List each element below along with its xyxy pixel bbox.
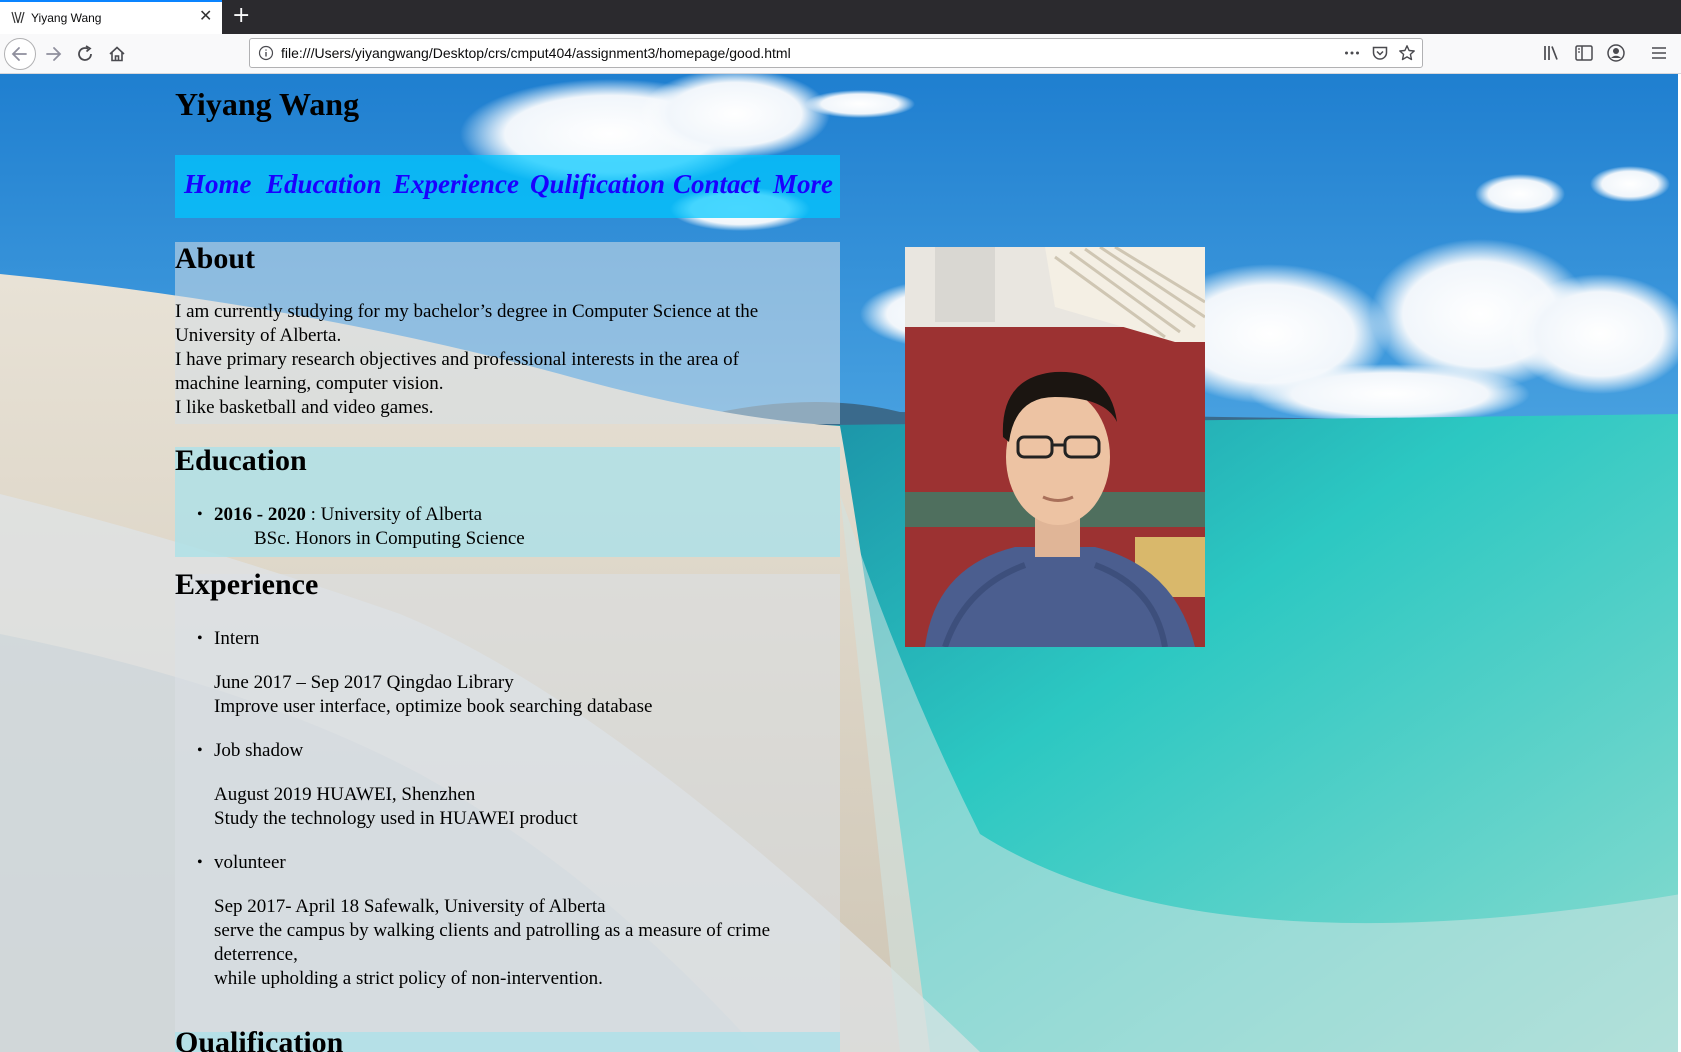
education-section: Education • 2016 - 2020 : University of … (175, 444, 840, 557)
forward-button[interactable] (40, 40, 68, 68)
pocket-icon[interactable] (1371, 44, 1389, 62)
tab-title: Yiyang Wang (31, 11, 102, 25)
education-heading: Education (175, 444, 307, 477)
forward-arrow-icon (46, 47, 62, 61)
new-tab-icon[interactable]: + (232, 4, 250, 28)
nav-link-more[interactable]: More (773, 169, 833, 200)
nav-link-education[interactable]: Education (266, 169, 382, 200)
url-bar[interactable]: file:///Users/yiyangwang/Desktop/crs/cmp… (249, 38, 1423, 68)
site-title: Yiyang Wang (175, 86, 360, 122)
account-icon[interactable] (1605, 42, 1627, 64)
experience-detail: June 2017 – Sep 2017 Qingdao Library (214, 672, 514, 693)
page-viewport[interactable]: Yiyang Wang Home Education Experience Qu… (0, 74, 1681, 1052)
experience-detail: deterrence, (214, 944, 298, 965)
experience-detail: while upholding a strict policy of non-i… (214, 968, 603, 989)
education-degree: BSc. Honors in Computing Science (254, 528, 525, 549)
reload-button[interactable] (71, 40, 99, 68)
nav-menu: Home Education Experience Qulification C… (175, 155, 840, 218)
home-icon (109, 46, 125, 62)
experience-title: volunteer (214, 852, 286, 873)
experience-detail: Study the technology used in HUAWEI prod… (214, 808, 578, 829)
more-actions-icon[interactable] (1343, 44, 1361, 62)
sidebar-icon[interactable] (1573, 42, 1595, 64)
about-line: machine learning, computer vision. (175, 373, 444, 394)
qualification-section: Qualification (175, 1026, 840, 1052)
about-line: I am currently studying for my bachelor’… (175, 301, 759, 322)
experience-detail: serve the campus by walking clients and … (214, 920, 771, 941)
url-text[interactable]: file:///Users/yiyangwang/Desktop/crs/cmp… (281, 45, 791, 61)
info-icon[interactable] (258, 45, 274, 61)
experience-title: Intern (214, 628, 260, 649)
about-section: About I am currently studying for my bac… (175, 242, 840, 424)
about-line: I have primary research objectives and p… (175, 349, 739, 370)
experience-heading: Experience (175, 568, 319, 601)
nav-link-contact[interactable]: Contact (673, 169, 760, 200)
close-tab-icon[interactable]: ✕ (199, 9, 212, 25)
list-bullet: • (197, 506, 203, 523)
navigation-toolbar: file:///Users/yiyangwang/Desktop/crs/cmp… (0, 34, 1681, 74)
nav-link-experience[interactable]: Experience (393, 169, 519, 200)
qualification-heading: Qualification (175, 1026, 344, 1052)
about-line: University of Alberta. (175, 325, 342, 346)
experience-detail: Improve user interface, optimize book se… (214, 696, 653, 717)
list-bullet: • (197, 854, 203, 871)
experience-title: Job shadow (214, 740, 304, 761)
list-bullet: • (197, 630, 203, 647)
experience-section: Experience • Intern June 2017 – Sep 2017… (175, 568, 840, 1052)
experience-detail: Sep 2017- April 18 Safewalk, University … (214, 896, 606, 917)
about-line: I like basketball and video games. (175, 397, 434, 418)
reload-icon (78, 45, 92, 61)
favicon-icon (11, 11, 25, 24)
profile-photo (905, 247, 1205, 647)
education-entry: 2016 - 2020 : University of Alberta (214, 503, 482, 527)
back-button[interactable] (4, 38, 36, 70)
nav-link-home[interactable]: Home (184, 169, 252, 200)
hamburger-menu-icon[interactable] (1648, 42, 1670, 64)
tab-strip: Yiyang Wang ✕ + (0, 0, 1681, 34)
nav-link-qulification[interactable]: Qulification (530, 169, 665, 200)
about-heading: About (175, 242, 256, 275)
library-icon[interactable] (1541, 42, 1563, 64)
back-arrow-icon (11, 47, 27, 61)
browser-tab[interactable]: Yiyang Wang ✕ (0, 0, 222, 34)
home-button[interactable] (103, 40, 131, 68)
experience-detail: August 2019 HUAWEI, Shenzhen (214, 784, 476, 805)
education-years: 2016 - 2020 (214, 504, 306, 525)
list-bullet: • (197, 742, 203, 759)
education-school: : University of Alberta (305, 504, 483, 525)
bookmark-star-icon[interactable] (1398, 44, 1416, 62)
